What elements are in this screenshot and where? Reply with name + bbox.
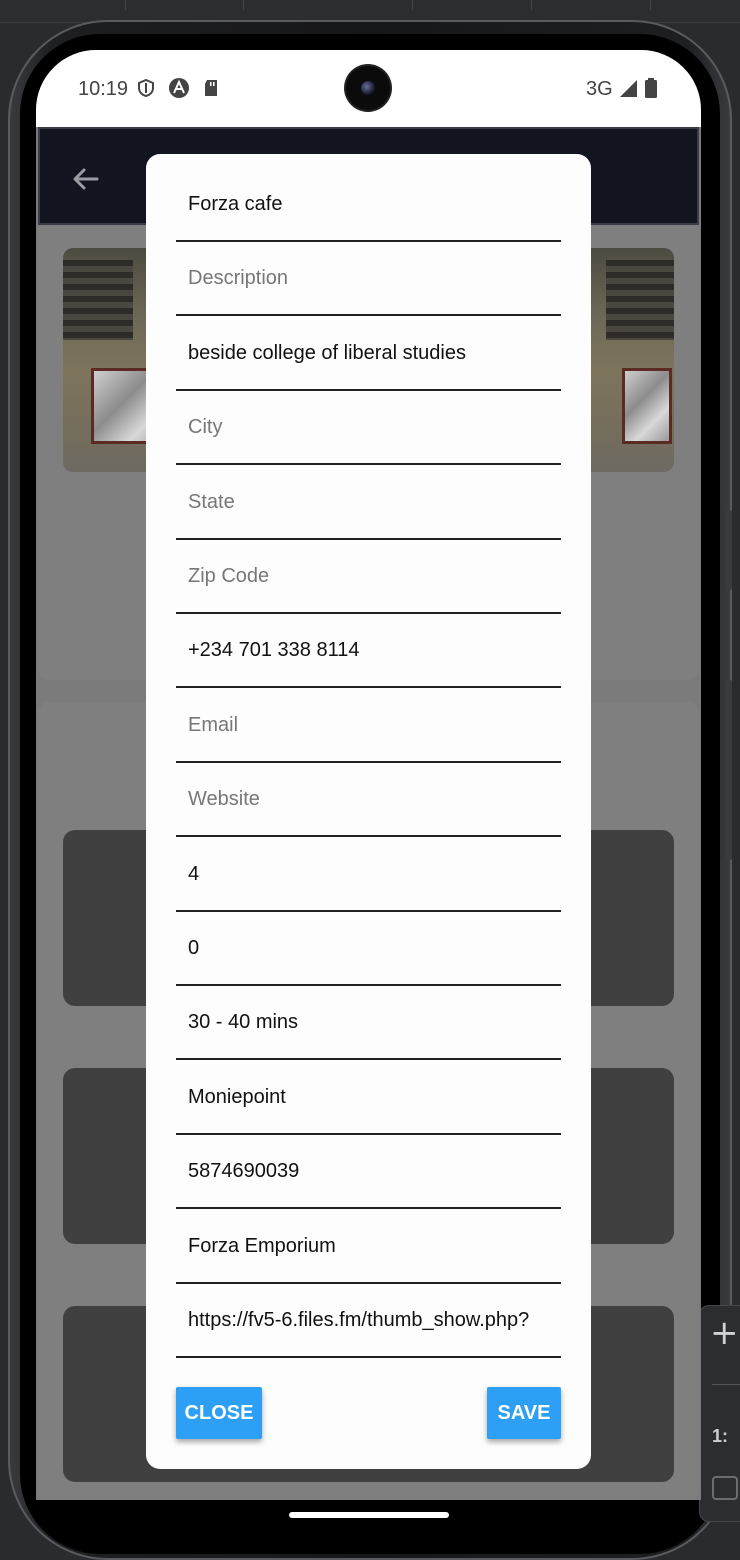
website-field[interactable]: Website: [176, 763, 561, 837]
field-placeholder: Zip Code: [188, 565, 270, 587]
field-placeholder: Email: [188, 714, 239, 736]
sd-card-icon: [205, 80, 217, 96]
email-field[interactable]: Email: [176, 689, 561, 763]
arrow-left-icon[interactable]: [70, 163, 102, 195]
city-field[interactable]: City: [176, 391, 561, 465]
field-text: Forza cafe: [188, 193, 283, 215]
field-placeholder: Description: [188, 267, 289, 289]
phone-field[interactable]: +234 701 338 8114: [176, 614, 561, 688]
field-text: +234 701 338 8114: [188, 639, 360, 661]
field-text: 0: [188, 937, 200, 959]
shield-icon: [138, 78, 154, 98]
field-text: https://fv5-6.files.fm/thumb_show.php?: [188, 1309, 530, 1331]
field-placeholder: City: [188, 416, 223, 438]
home-indicator[interactable]: [289, 1512, 449, 1518]
status-bar: 10:19 3G: [36, 50, 701, 127]
field-placeholder: State: [188, 491, 235, 513]
zip-code-field[interactable]: Zip Code: [176, 540, 561, 614]
state-field[interactable]: State: [176, 466, 561, 540]
emulator-side-panel: + 1:: [699, 1305, 740, 1522]
field-text: Moniepoint: [188, 1086, 286, 1108]
a-circle-icon: [169, 78, 189, 98]
device-screen: 10:19 3G Forza cafe Description beside c…: [36, 50, 701, 1500]
image-url-field[interactable]: https://fv5-6.files.fm/thumb_show.php?: [176, 1284, 561, 1358]
network-type: 3G: [586, 78, 613, 100]
field-placeholder: Website: [188, 788, 260, 810]
address-field[interactable]: beside college of liberal studies: [176, 317, 561, 391]
ratio-icon[interactable]: 1:: [712, 1426, 728, 1447]
description-field[interactable]: Description: [176, 242, 561, 316]
close-button[interactable]: CLOSE: [176, 1387, 262, 1439]
field-text: 5874690039: [188, 1160, 300, 1182]
battery-icon: [645, 78, 657, 98]
delivery-time-field[interactable]: 30 - 40 mins: [176, 986, 561, 1060]
save-button[interactable]: SAVE: [487, 1387, 561, 1439]
field-text: beside college of liberal studies: [188, 342, 466, 364]
account-name-field[interactable]: Forza Emporium: [176, 1210, 561, 1284]
field-text: 4: [188, 863, 200, 885]
name-field[interactable]: Forza cafe: [176, 168, 561, 242]
account-number-field[interactable]: 5874690039: [176, 1135, 561, 1209]
status-time: 10:19: [78, 78, 129, 100]
rating-field[interactable]: 4: [176, 838, 561, 912]
fit-screen-icon[interactable]: [712, 1476, 738, 1500]
bank-name-field[interactable]: Moniepoint: [176, 1061, 561, 1135]
numeric-field[interactable]: 0: [176, 912, 561, 986]
zoom-in-icon[interactable]: +: [710, 1316, 739, 1350]
field-text: 30 - 40 mins: [188, 1011, 299, 1033]
edit-dialog: Forza cafe Description beside college of…: [146, 154, 591, 1469]
front-camera: [346, 66, 390, 110]
signal-icon: [620, 80, 637, 97]
field-text: Forza Emporium: [188, 1235, 336, 1257]
